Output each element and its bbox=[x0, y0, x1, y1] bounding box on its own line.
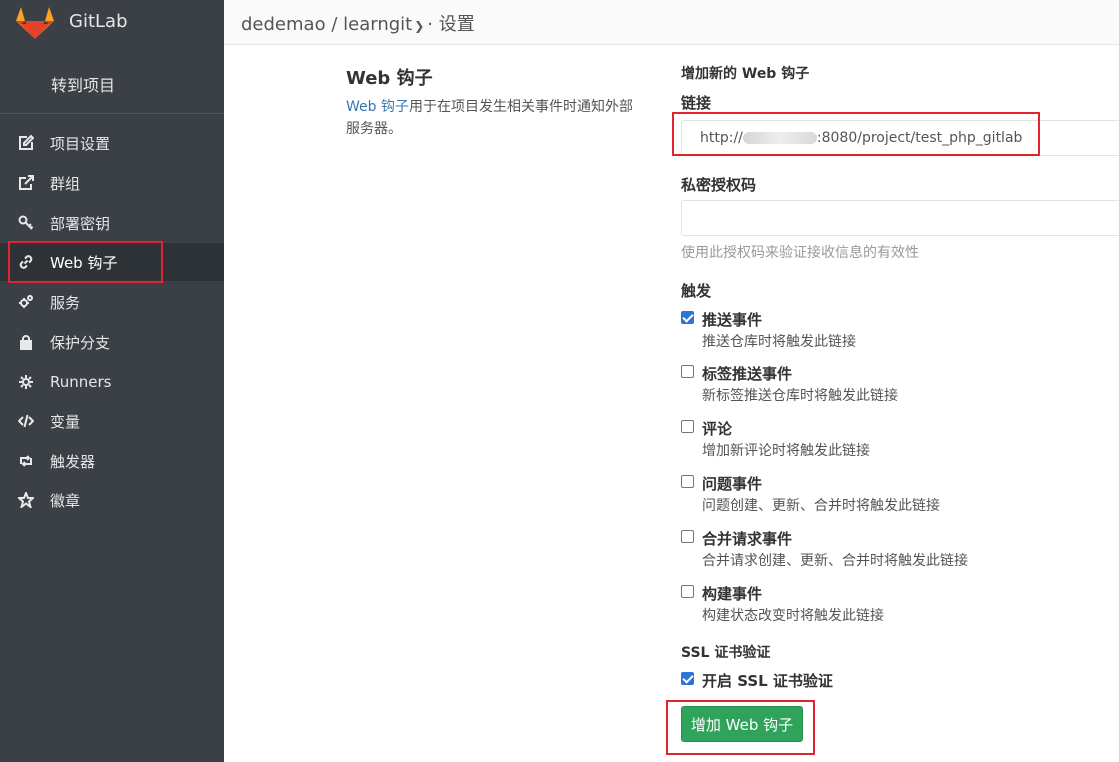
breadcrumb-separator: / bbox=[331, 14, 338, 35]
trigger-desc: 增加新评论时将触发此链接 bbox=[702, 443, 870, 459]
sidebar-divider bbox=[0, 113, 224, 114]
goto-project-link[interactable]: 转到项目 bbox=[51, 72, 115, 96]
sidebar-item-label: 变量 bbox=[50, 412, 81, 431]
sidebar-item-triggers[interactable]: 触发器 bbox=[0, 442, 224, 480]
breadcrumb-namespace[interactable]: dedemao bbox=[241, 14, 326, 35]
share-icon bbox=[0, 175, 50, 191]
edit-icon bbox=[0, 135, 50, 151]
push-events-checkbox[interactable] bbox=[681, 311, 694, 324]
section-title: Web 钩子 bbox=[346, 68, 433, 89]
sidebar-item-label: 群组 bbox=[50, 174, 81, 193]
token-input[interactable] bbox=[681, 200, 1119, 236]
web-hooks-help-link[interactable]: Web 钩子 bbox=[346, 99, 409, 115]
breadcrumb: dedemao / learngit ❯ · 设置 bbox=[241, 10, 475, 36]
sidebar-item-label: 徽章 bbox=[50, 491, 81, 510]
token-help-text: 使用此授权码来验证接收信息的有效性 bbox=[681, 245, 919, 261]
trigger-title: 标签推送事件 bbox=[702, 365, 793, 383]
url-label: 链接 bbox=[681, 94, 712, 112]
form-heading: 增加新的 Web 钩子 bbox=[681, 66, 810, 82]
url-suffix: :8080/project/test_php_gitlab bbox=[816, 130, 1023, 146]
top-header: dedemao / learngit ❯ · 设置 bbox=[224, 0, 1119, 45]
sidebar-item-label: 项目设置 bbox=[50, 134, 111, 153]
sidebar-item-groups[interactable]: 群组 bbox=[0, 164, 224, 202]
link-icon bbox=[0, 254, 50, 270]
ssl-checkbox-label: 开启 SSL 证书验证 bbox=[702, 672, 833, 690]
tag-push-events-checkbox[interactable] bbox=[681, 365, 694, 378]
ssl-verification-checkbox[interactable] bbox=[681, 672, 694, 685]
trigger-title: 评论 bbox=[702, 420, 733, 438]
trigger-title: 问题事件 bbox=[702, 475, 763, 493]
url-prefix: http:// bbox=[700, 130, 743, 146]
sidebar-item-label: 保护分支 bbox=[50, 333, 111, 352]
sidebar-item-variables[interactable]: 变量 bbox=[0, 402, 224, 440]
sidebar-item-services[interactable]: 服务 bbox=[0, 283, 224, 321]
lock-icon bbox=[0, 334, 50, 350]
key-icon bbox=[0, 215, 50, 231]
url-input[interactable]: http:// :8080/project/test_php_gitlab bbox=[681, 120, 1119, 156]
sidebar-item-label: 部署密钥 bbox=[50, 214, 111, 233]
retweet-icon bbox=[0, 453, 50, 469]
breadcrumb-page: · 设置 bbox=[427, 14, 475, 35]
issues-events-checkbox[interactable] bbox=[681, 475, 694, 488]
token-label: 私密授权码 bbox=[681, 176, 757, 194]
trigger-desc: 合并请求创建、更新、合并时将触发此链接 bbox=[702, 553, 968, 569]
build-events-checkbox[interactable] bbox=[681, 585, 694, 598]
sidebar-item-label: 触发器 bbox=[50, 452, 96, 471]
trigger-desc: 新标签推送仓库时将触发此链接 bbox=[702, 388, 898, 404]
trigger-title: 推送事件 bbox=[702, 311, 763, 329]
trigger-title: 合并请求事件 bbox=[702, 530, 793, 548]
trigger-desc: 构建状态改变时将触发此链接 bbox=[702, 608, 884, 624]
trigger-desc: 问题创建、更新、合并时将触发此链接 bbox=[702, 498, 940, 514]
star-icon bbox=[0, 492, 50, 508]
sidebar-item-label: Runners bbox=[50, 373, 112, 391]
sidebar-item-label: Web 钩子 bbox=[50, 253, 118, 272]
sidebar-item-protected-branches[interactable]: 保护分支 bbox=[0, 323, 224, 361]
gitlab-logo-icon bbox=[16, 7, 54, 39]
breadcrumb-project[interactable]: learngit bbox=[343, 14, 412, 35]
cogs-icon bbox=[0, 294, 50, 310]
sidebar-item-web-hooks[interactable]: Web 钩子 bbox=[0, 243, 224, 281]
brand-name: GitLab bbox=[69, 11, 128, 32]
sidebar-item-runners[interactable]: Runners bbox=[0, 363, 224, 401]
chevron-down-icon[interactable]: ❯ bbox=[414, 19, 424, 33]
trigger-desc: 推送仓库时将触发此链接 bbox=[702, 334, 856, 350]
sidebar-item-badges[interactable]: 徽章 bbox=[0, 481, 224, 519]
comments-checkbox[interactable] bbox=[681, 420, 694, 433]
trigger-label: 触发 bbox=[681, 282, 712, 300]
sidebar-item-project-settings[interactable]: 项目设置 bbox=[0, 124, 224, 162]
trigger-title: 构建事件 bbox=[702, 585, 763, 603]
code-icon bbox=[0, 413, 50, 429]
redacted-host bbox=[742, 132, 817, 144]
gear-icon bbox=[0, 374, 50, 390]
ssl-label: SSL 证书验证 bbox=[681, 645, 771, 661]
merge-request-events-checkbox[interactable] bbox=[681, 530, 694, 543]
sidebar-item-deploy-keys[interactable]: 部署密钥 bbox=[0, 204, 224, 242]
section-description: Web 钩子用于在项目发生相关事件时通知外部服务器。 bbox=[346, 96, 646, 140]
add-web-hook-button[interactable]: 增加 Web 钩子 bbox=[681, 706, 803, 742]
brand[interactable]: GitLab bbox=[15, 0, 224, 44]
sidebar-item-label: 服务 bbox=[50, 293, 81, 312]
sidebar: GitLab 转到项目 项目设置 群组 部署密钥 Web 钩子 服务 保护分支 … bbox=[0, 0, 224, 762]
